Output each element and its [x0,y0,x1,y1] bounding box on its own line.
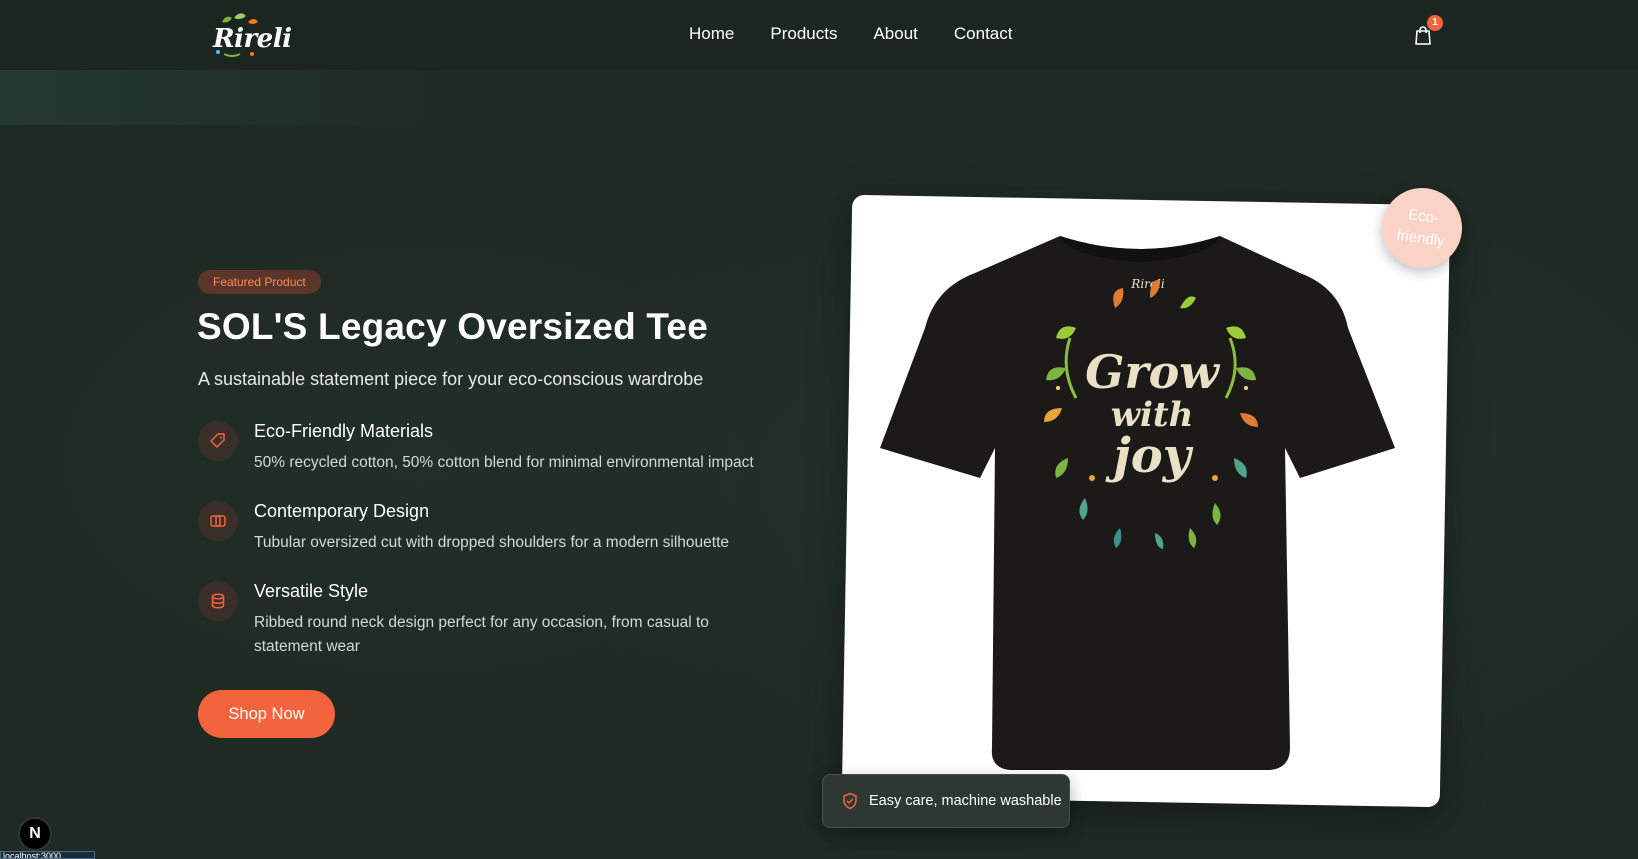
nav-contact[interactable]: Contact [954,24,1013,44]
header-glow [0,70,460,125]
shield-check-icon [843,792,857,810]
product-title: SOL'S Legacy Oversized Tee [197,306,708,347]
shop-now-button[interactable]: Shop Now [198,690,335,738]
care-note-text: Easy care, machine washable [869,793,1062,809]
layers-icon [198,501,238,541]
product-subtitle: A sustainable statement piece for your e… [198,369,704,389]
tag-icon [198,421,238,461]
feature-desc: Tubular oversized cut with dropped shoul… [254,534,730,551]
nextjs-dev-indicator[interactable]: N [18,817,52,851]
localhost-tooltip: localhost:3000 [0,851,95,859]
nav-home[interactable]: Home [689,24,734,44]
print-word-1: Grow [1085,345,1220,399]
brand-logo[interactable]: Rireli [204,10,292,60]
nav-products[interactable]: Products [770,24,837,44]
feature-desc: Ribbed round neck design perfect for any… [254,614,709,655]
feature-name: Versatile Style [254,581,369,601]
nav-about[interactable]: About [873,24,917,44]
logo-text: Rireli [213,24,292,54]
featured-badge: Featured Product [198,270,321,294]
care-note: Easy care, machine washable [822,774,1070,828]
feature-name: Contemporary Design [254,501,430,521]
main-nav: Home Products About Contact [689,24,1012,44]
cart-count-badge: 1 [1427,15,1443,31]
print-word-3: joy [1105,428,1193,484]
feature-name: Eco-Friendly Materials [254,421,434,441]
feature-desc: 50% recycled cotton, 50% cotton blend fo… [254,454,754,471]
cylinder-icon [198,581,238,621]
tshirt-image: Rireli Grow with joy [880,236,1395,770]
